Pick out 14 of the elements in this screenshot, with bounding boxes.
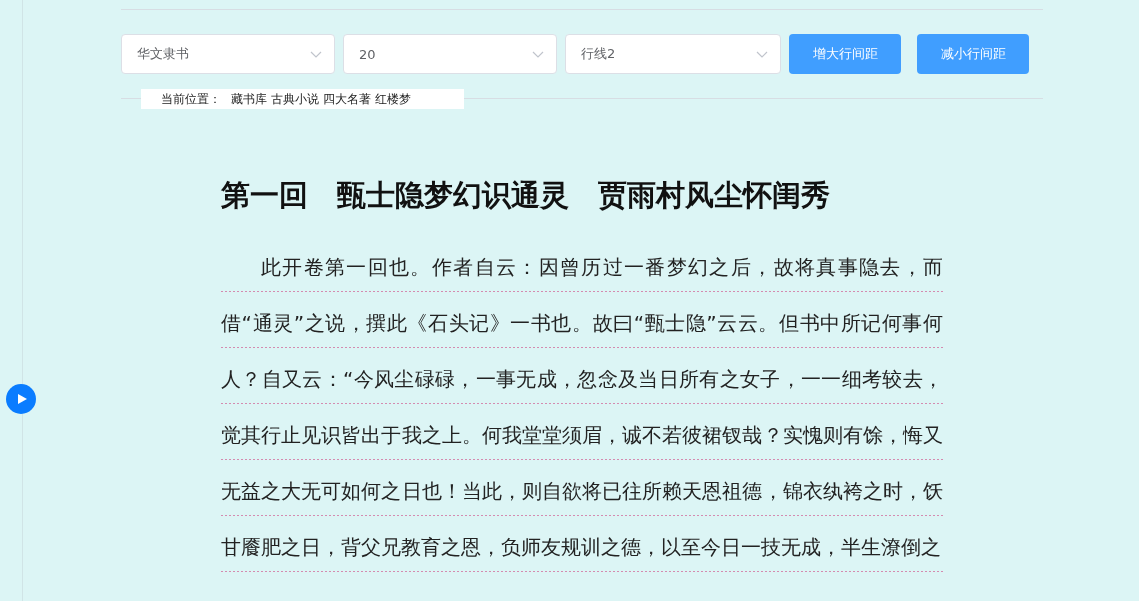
dropdown-select[interactable]: 20 <box>343 34 557 74</box>
dropdown-select[interactable]: 华文隶书 <box>121 34 335 74</box>
location-label: 当前位置： <box>161 90 221 108</box>
dropdown-select[interactable]: 行线2 <box>565 34 781 74</box>
breadcrumb-link[interactable]: 红楼梦 <box>375 90 411 108</box>
play-icon <box>17 394 27 404</box>
breadcrumb-link[interactable]: 藏书库 <box>231 90 267 108</box>
breadcrumb-link[interactable]: 四大名著 <box>323 90 371 108</box>
chevron-icon <box>756 50 768 58</box>
chevron-icon <box>532 50 544 58</box>
breadcrumb-link[interactable]: 古典小说 <box>271 90 319 108</box>
play-button[interactable] <box>6 384 36 414</box>
chevron-icon <box>310 50 322 58</box>
chapter-title: 第一回 甄士隐梦幻识通灵 贾雨村风尘怀闺秀 <box>221 177 831 214</box>
